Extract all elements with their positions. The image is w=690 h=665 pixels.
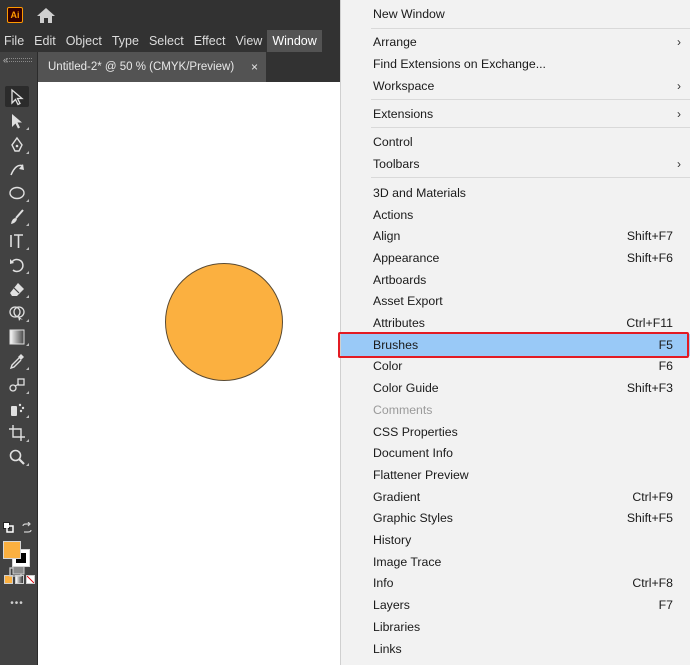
- menu-object[interactable]: Object: [61, 30, 107, 52]
- menu-item-libraries[interactable]: Libraries: [341, 616, 690, 638]
- menu-item-color[interactable]: Color F6: [341, 356, 690, 378]
- menu-separator: [371, 28, 690, 29]
- menu-item-comments: Comments: [373, 402, 433, 417]
- menu-item-flattener-preview[interactable]: Flattener Preview: [341, 464, 690, 486]
- title-bar: Ai: [0, 0, 340, 30]
- home-icon[interactable]: [36, 7, 56, 24]
- artboard-canvas[interactable]: [38, 82, 340, 665]
- menu-item-css-properties[interactable]: CSS Properties: [341, 421, 690, 443]
- menu-bar: File Edit Object Type Select Effect View…: [0, 30, 340, 52]
- symbol-sprayer-tool-icon[interactable]: [5, 398, 29, 419]
- menu-item-graphic-styles[interactable]: Graphic Styles Shift+F5: [341, 508, 690, 530]
- zoom-tool-icon[interactable]: [5, 446, 29, 467]
- orange-circle-shape[interactable]: [165, 263, 283, 381]
- menu-view[interactable]: View: [230, 30, 267, 52]
- pen-tool-icon[interactable]: [5, 134, 29, 155]
- paintbrush-tool-icon[interactable]: [5, 206, 29, 227]
- menu-item-align[interactable]: Align Shift+F7: [341, 225, 690, 247]
- type-tool-icon[interactable]: [5, 230, 29, 251]
- menu-effect[interactable]: Effect: [189, 30, 231, 52]
- fill-color-swatch[interactable]: [3, 541, 21, 559]
- direct-selection-tool-icon[interactable]: [5, 110, 29, 131]
- menu-type[interactable]: Type: [107, 30, 144, 52]
- tools-panel: « •••: [0, 52, 38, 665]
- menu-item-brushes[interactable]: Brushes F5: [341, 334, 690, 356]
- ellipse-tool-icon[interactable]: [5, 182, 29, 203]
- menu-item-image-trace[interactable]: Image Trace: [341, 551, 690, 573]
- chevron-right-icon: ›: [677, 78, 681, 93]
- window-menu-dropdown: New Window Arrange › Find Extensions on E…: [340, 0, 690, 665]
- menu-separator: [371, 127, 690, 128]
- menu-item-history[interactable]: History: [341, 529, 690, 551]
- selection-tool-icon[interactable]: [5, 86, 29, 107]
- document-tab-bar: Untitled-2* @ 50 % (CMYK/Preview) ×: [38, 52, 340, 82]
- menu-item-arrange[interactable]: Arrange ›: [341, 31, 690, 53]
- menu-item-asset-export[interactable]: Asset Export: [341, 291, 690, 313]
- document-tab-title: Untitled-2* @ 50 % (CMYK/Preview): [48, 61, 235, 73]
- menu-select[interactable]: Select: [144, 30, 189, 52]
- menu-item-artboards[interactable]: Artboards: [341, 269, 690, 291]
- menu-window[interactable]: Window: [267, 30, 322, 52]
- panel-grip[interactable]: [6, 58, 32, 62]
- menu-item-toolbars[interactable]: Toolbars ›: [341, 153, 690, 175]
- menu-item-document-info[interactable]: Document Info: [341, 442, 690, 464]
- menu-item-links[interactable]: Links: [341, 638, 690, 660]
- menu-item-info[interactable]: Info Ctrl+F8: [341, 573, 690, 595]
- menu-item-actions[interactable]: Actions: [341, 204, 690, 226]
- menu-item-3d-materials[interactable]: 3D and Materials: [341, 182, 690, 204]
- chevron-right-icon: ›: [677, 106, 681, 121]
- shape-builder-tool-icon[interactable]: [5, 302, 29, 323]
- menu-separator: [371, 99, 690, 100]
- artboard-tool-icon[interactable]: [5, 422, 29, 443]
- menu-item-workspace[interactable]: Workspace ›: [341, 75, 690, 97]
- menu-item-appearance[interactable]: Appearance Shift+F6: [341, 247, 690, 269]
- illustrator-logo: Ai: [7, 7, 23, 23]
- blend-tool-icon[interactable]: [5, 374, 29, 395]
- menu-item-color-guide[interactable]: Color Guide Shift+F3: [341, 377, 690, 399]
- document-tab[interactable]: Untitled-2* @ 50 % (CMYK/Preview) ×: [38, 52, 266, 82]
- edit-toolbar-icon[interactable]: •••: [5, 593, 29, 614]
- menu-item-extensions[interactable]: Extensions ›: [341, 103, 690, 125]
- gradient-tool-icon[interactable]: [5, 326, 29, 347]
- menu-item-new-window[interactable]: New Window: [341, 3, 690, 25]
- chevron-right-icon: ›: [677, 34, 681, 49]
- menu-edit[interactable]: Edit: [29, 30, 61, 52]
- menu-item-gradient[interactable]: Gradient Ctrl+F9: [341, 486, 690, 508]
- menu-item-find-extensions[interactable]: Find Extensions on Exchange...: [341, 53, 690, 75]
- menu-separator: [371, 177, 690, 178]
- menu-item-control[interactable]: Control: [341, 131, 690, 153]
- curvature-tool-icon[interactable]: [5, 158, 29, 179]
- swap-fill-stroke-icon[interactable]: [21, 522, 33, 534]
- close-icon[interactable]: ×: [251, 60, 258, 74]
- rotate-tool-icon[interactable]: [5, 254, 29, 275]
- menu-file[interactable]: File: [0, 30, 29, 52]
- menu-item-layers[interactable]: Layers F7: [341, 594, 690, 616]
- default-fill-stroke-icon[interactable]: [3, 522, 14, 533]
- menu-item-attributes[interactable]: Attributes Ctrl+F11: [341, 312, 690, 334]
- chevron-right-icon: ›: [677, 156, 681, 171]
- eraser-tool-icon[interactable]: [5, 278, 29, 299]
- eyedropper-tool-icon[interactable]: [5, 350, 29, 371]
